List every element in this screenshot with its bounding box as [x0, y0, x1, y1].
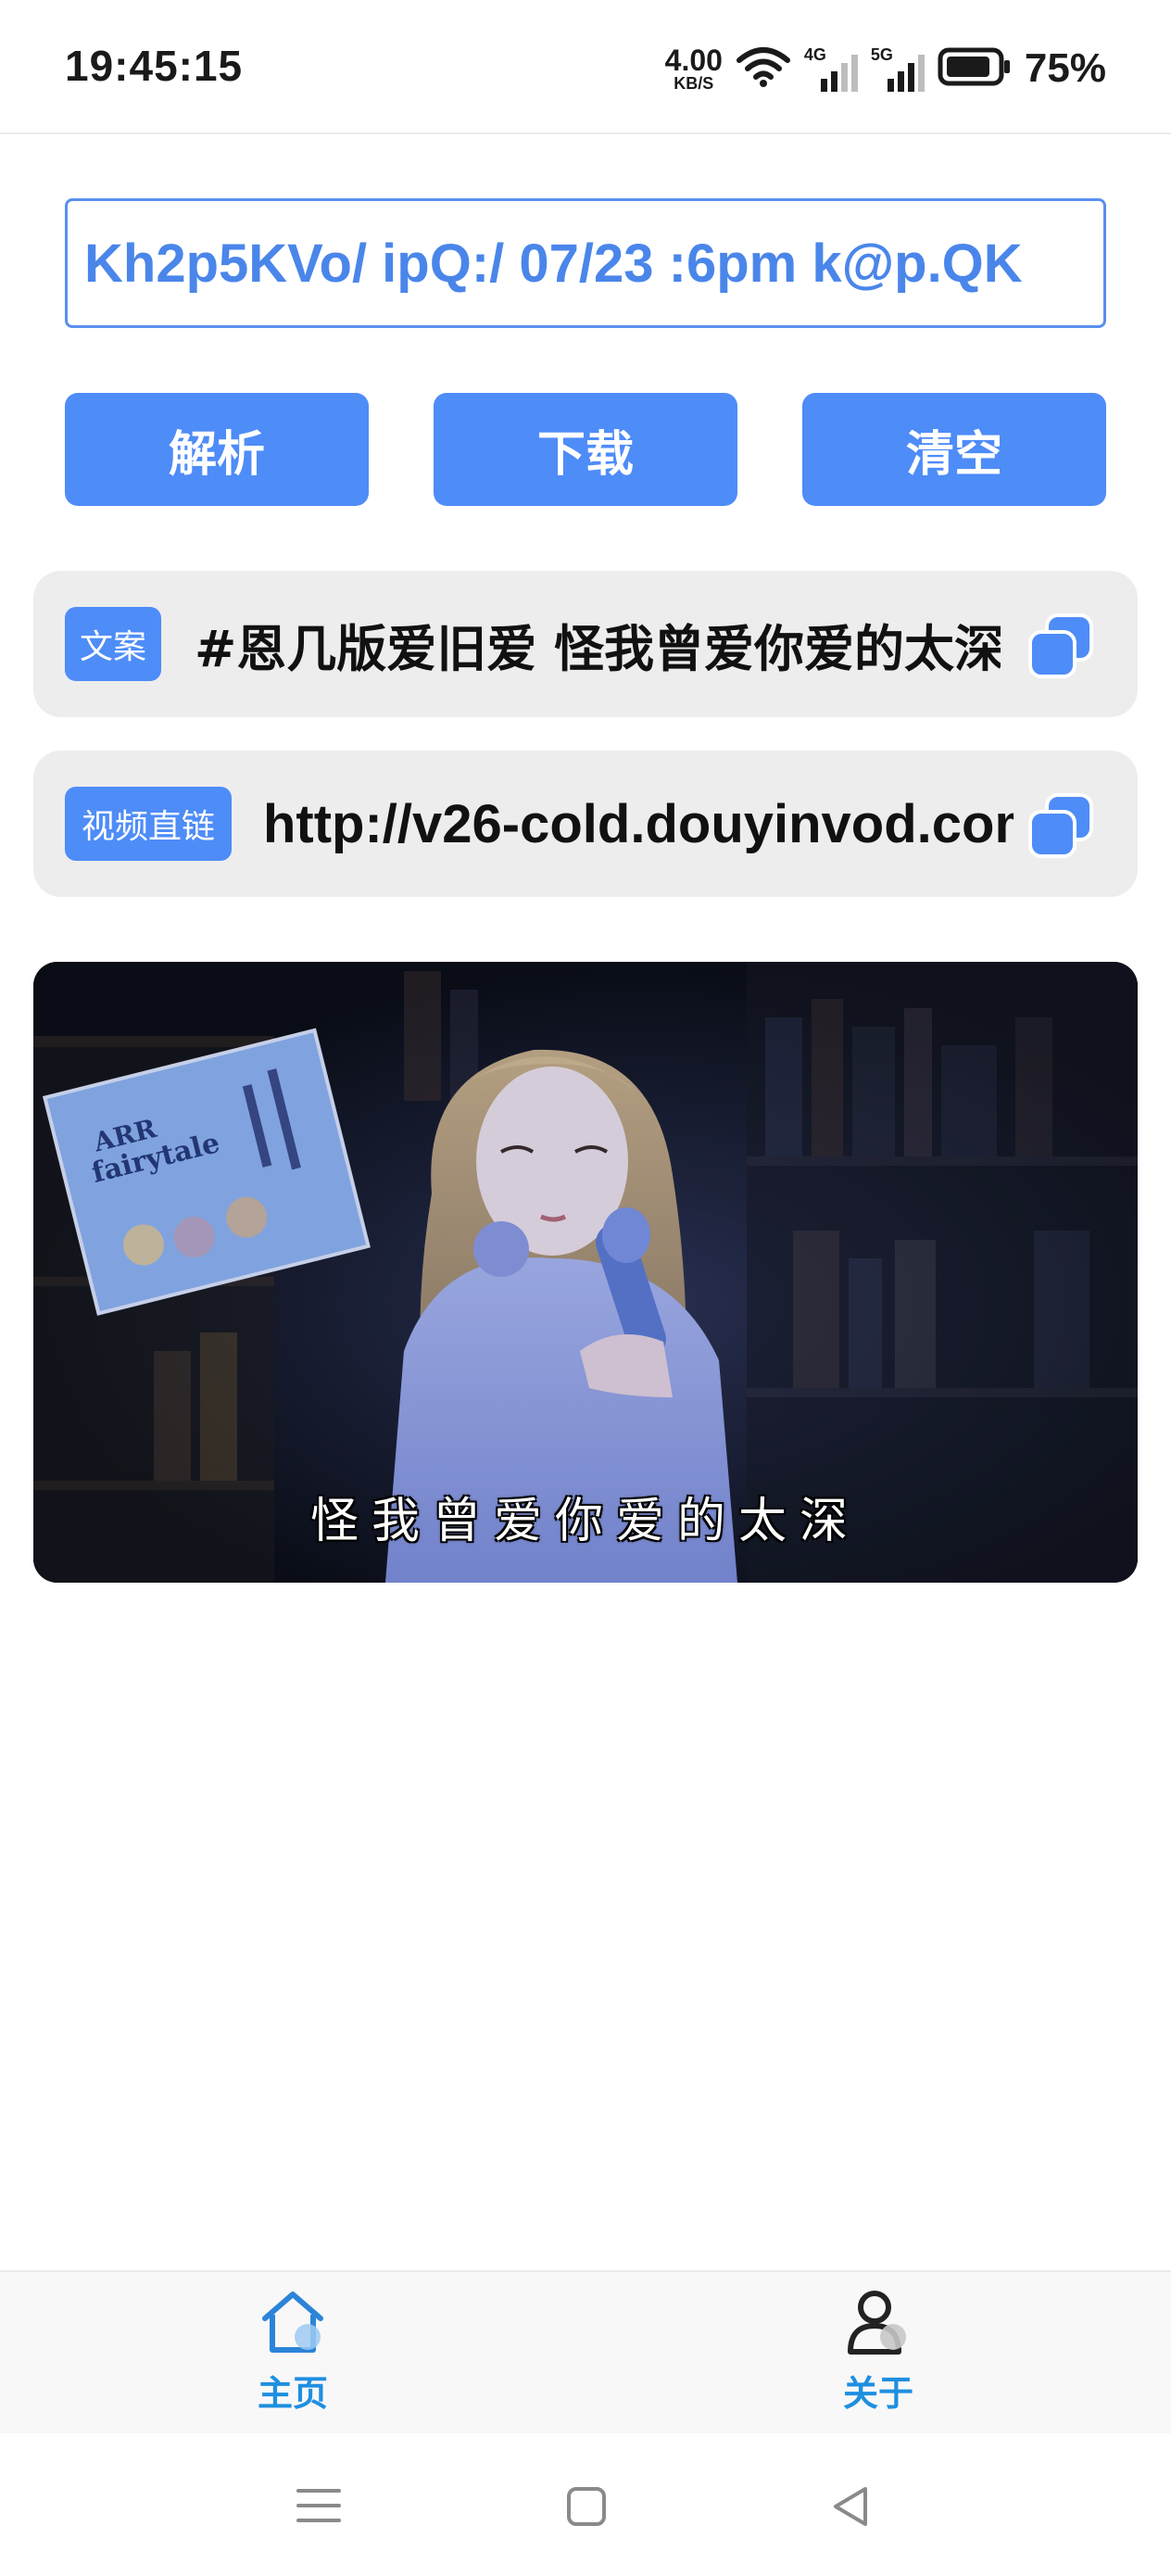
bottom-nav: 主页 关于 [0, 2270, 1171, 2433]
battery-percent: 75% [1024, 45, 1106, 91]
sim2-signal-icon: 5G [871, 45, 925, 92]
nav-about[interactable]: 关于 [786, 2285, 971, 2424]
net-speed-unit: KB/S [674, 74, 714, 93]
caption-tag: 文案 [65, 607, 161, 681]
video-link-text: http://v26-cold.douyinvod.com [263, 793, 1014, 854]
caption-card: 文案 #恩几版爱旧爱 怪我曾爱你爱的太深 - [33, 571, 1138, 717]
copy-link-button[interactable] [1028, 793, 1093, 858]
user-icon [848, 2291, 906, 2355]
copy-icon [1028, 613, 1093, 678]
video-link-tag: 视频直链 [65, 787, 232, 861]
nav-home[interactable]: 主页 [200, 2285, 385, 2424]
share-link-input[interactable] [84, 232, 1087, 295]
net-speed-value: 4.00 [664, 44, 723, 77]
copy-icon [1028, 793, 1093, 858]
recent-apps-button[interactable] [291, 2478, 346, 2533]
clear-button[interactable]: 清空 [802, 393, 1106, 506]
status-time: 19:45:15 [65, 42, 244, 90]
caption-text: #恩几版爱旧爱 怪我曾爱你爱的太深 - [195, 619, 1001, 678]
back-triangle-icon [834, 2487, 867, 2526]
video-link-card: 视频直链 http://v26-cold.douyinvod.com [33, 751, 1138, 897]
share-link-field[interactable] [65, 198, 1106, 328]
copy-caption-button[interactable] [1028, 613, 1093, 678]
parse-button[interactable]: 解析 [65, 393, 369, 506]
app-screen: 19:45:15 4.00 KB/S 4G 5G 75% Kh2p5KVo/ i… [0, 0, 1171, 2576]
nav-about-label: 关于 [842, 2373, 913, 2414]
download-button[interactable]: 下载 [434, 393, 737, 506]
system-back-button[interactable] [823, 2478, 878, 2533]
video-player[interactable]: ARR fairytale 怪我曾爱你爱的太深 [33, 962, 1138, 1583]
home-icon [262, 2292, 323, 2353]
menu-icon [296, 2489, 341, 2522]
video-subtitle: 怪我曾爱你爱的太深 [309, 1494, 861, 1549]
status-bar: 19:45:15 4.00 KB/S 4G 5G 75% [0, 0, 1171, 134]
square-icon [567, 2487, 606, 2526]
status-indicators: 4.00 KB/S 4G 5G 75% [665, 41, 1106, 96]
system-nav-bar [0, 2433, 1171, 2576]
net-speed: 4.00 KB/S [665, 45, 723, 92]
sim1-signal-icon: 4G [804, 45, 858, 92]
battery-icon [938, 47, 1012, 90]
wifi-icon [736, 45, 791, 92]
system-home-button[interactable] [558, 2478, 613, 2533]
nav-home-label: 主页 [257, 2373, 328, 2414]
